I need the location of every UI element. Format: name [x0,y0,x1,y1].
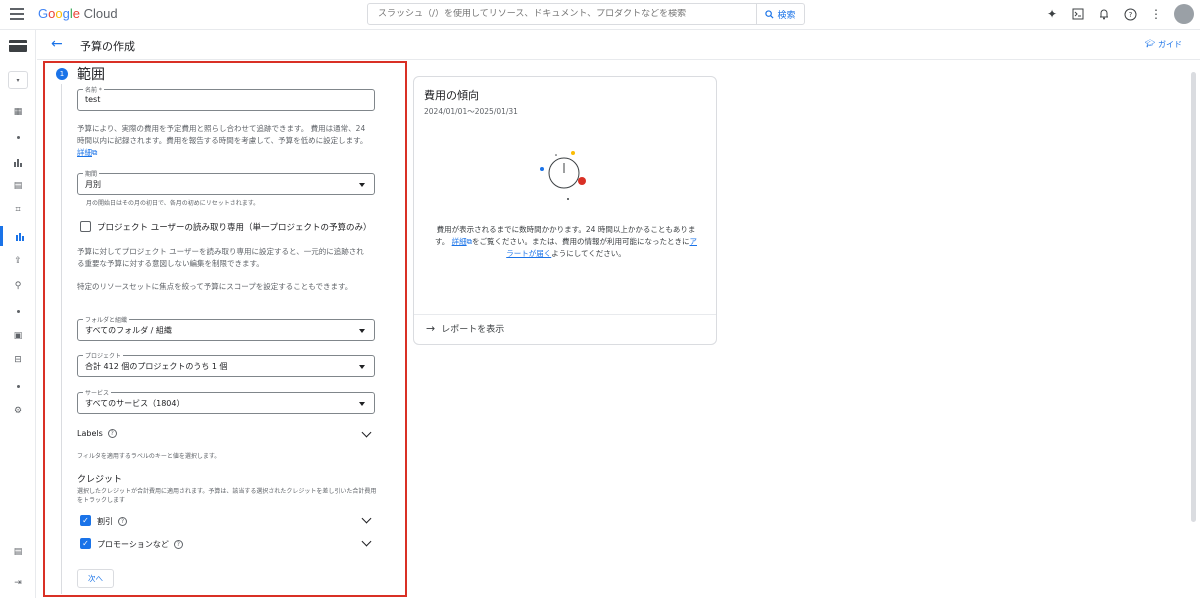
view-report-label: レポートを表示 [441,325,505,335]
step-connector-line [61,84,62,594]
cost-breakdown-icon[interactable]: ⌗ [0,200,36,220]
promotion-row[interactable]: プロモーションなど? [97,539,183,550]
top-bar: Google Cloud 検索 ✦ ? ⋮ [0,0,1200,30]
search-input[interactable] [368,9,756,19]
discount-row[interactable]: 割引? [97,516,127,527]
dropdown-caret-icon [359,402,365,406]
card-divider [414,314,716,315]
google-cloud-logo[interactable]: Google Cloud [38,6,118,21]
services-select[interactable]: サービス すべてのサービス（1804） [77,388,375,414]
learn-more-link[interactable]: 詳細 [77,148,92,157]
view-report-link[interactable]: → レポートを表示 [426,322,504,335]
nav-dot-2[interactable] [0,301,36,321]
overview-grid-icon[interactable]: ▦ [0,102,36,122]
page-header: ← 予算の作成 🎓︎ ガイド [37,30,1200,60]
discount-label: 割引 [97,517,113,526]
labels-title: Labels [77,429,103,438]
menu-icon[interactable] [10,8,24,20]
notifications-bell-icon[interactable] [1096,6,1112,22]
search-button[interactable]: 検索 [756,4,804,24]
name-field-value[interactable]: test [85,95,100,104]
credits-title: クレジット [77,475,123,485]
dropdown-caret-icon [359,329,365,333]
top-icons: ✦ ? ⋮ [1044,4,1200,24]
expand-rail-icon[interactable]: ⇥ [0,573,36,593]
school-cap-icon: 🎓︎ [1144,39,1155,48]
labels-help-text: フィルタを適用するラベルのキーと値を選択します。 [77,453,221,460]
nav-dot-3[interactable] [0,376,36,396]
labels-section[interactable]: Labels? [77,429,117,438]
services-value: すべてのサービス（1804） [85,399,185,408]
search-icon [765,9,774,19]
arrow-right-icon: → [426,322,436,335]
readonly-help-text: 予算に対してプロジェクト ユーザーを読み取り専用に設定すると、一元的に追跡される… [77,247,364,268]
projects-label: プロジェクト [83,351,124,360]
period-hint: 月の開始日はその月の初日で、各月の初めにリセットされます。 [86,200,260,207]
guide-link[interactable]: 🎓︎ ガイド [1145,39,1182,50]
step-number-badge: 1 [56,68,68,80]
readonly-checkbox[interactable] [80,221,91,232]
help-icon[interactable]: ? [107,429,117,438]
credits-help-text: 選択したクレジットが合計費用に適用されます。予算は、該当する選択されたクレジット… [77,488,377,504]
name-field-label: 名前 * [83,85,104,94]
dropdown-caret-icon [359,365,365,369]
dropdown-caret-icon [359,183,365,187]
budget-name-field[interactable]: 名前 * test [77,85,375,111]
reports-chart-icon[interactable] [0,152,36,172]
clock-illustration-icon [540,151,586,200]
avatar[interactable] [1174,4,1194,24]
page-title: 予算の作成 [80,40,135,53]
svg-text:?: ? [1128,11,1132,19]
services-label: サービス [83,388,112,397]
period-select[interactable]: 期間 月別 [77,169,375,195]
card-title: 費用の傾向 [424,89,479,102]
left-nav-rail: ▾ ▦ ▤ ⌗ ⇪ ⚲ ▣ ⊟ ⚙ ▤ ⇥ [0,30,36,598]
settings-gear-icon[interactable]: ⚙ [0,401,36,421]
gemini-sparkle-icon[interactable]: ✦ [1044,6,1060,22]
release-notes-icon[interactable]: ▤ [0,542,36,562]
card-message: 費用が表示されるまでに数時間かかります。24 時間以上かかることもあります。 詳… [435,225,697,258]
help-icon[interactable]: ? [1122,6,1138,22]
back-arrow-icon[interactable]: ← [51,36,63,52]
help-icon[interactable]: ? [173,540,183,549]
next-button[interactable]: 次へ [77,569,114,588]
budgets-alerts-icon[interactable] [0,226,36,246]
discount-checkbox[interactable]: ✓ [80,515,91,526]
folders-label: フォルダと組織 [83,315,130,324]
guide-label: ガイド [1158,40,1182,49]
account-selector-dropdown[interactable]: ▾ [0,70,36,90]
page-scrollbar[interactable] [1191,72,1196,522]
commitments-icon[interactable]: ⚲ [0,276,36,296]
projects-select[interactable]: プロジェクト 合計 412 個のプロジェクトのうち 1 個 [77,351,375,377]
billing-account-icon[interactable] [0,36,36,56]
card-learn-more-link[interactable]: 詳細 [452,237,467,246]
date-range: 2024/01/01～2025/01/31 [424,107,518,116]
period-label: 期間 [83,169,100,178]
more-vert-icon[interactable]: ⋮ [1148,6,1164,22]
folders-value: すべてのフォルダ / 組織 [85,326,172,335]
folders-select[interactable]: フォルダと組織 すべてのフォルダ / 組織 [77,315,375,341]
cost-table-icon[interactable]: ⊟ [0,350,36,370]
scope-help-text: 特定のリソースセットに焦点を絞って予算にスコープを設定することもできます。 [77,282,353,291]
nav-dot-1[interactable] [0,127,36,147]
search-button-label: 検索 [777,10,796,21]
period-value: 月別 [85,180,101,189]
export-upload-icon[interactable]: ⇪ [0,251,36,271]
cloud-shell-icon[interactable] [1070,6,1086,22]
help-icon[interactable]: ? [118,517,127,526]
search-bar[interactable]: 検索 [367,3,805,25]
promotion-checkbox[interactable]: ✓ [80,538,91,549]
pricing-icon[interactable]: ▣ [0,326,36,346]
step-title: 範囲 [77,67,105,83]
projects-value: 合計 412 個のプロジェクトのうち 1 個 [85,362,228,371]
intro-text: 予算により、実際の費用を予定費用と照らし合わせて追跡できます。 費用は通常、24… [77,124,368,157]
readonly-checkbox-label[interactable]: プロジェクト ユーザーの読み取り専用（単一プロジェクトの予算のみ） [97,221,372,233]
table-icon[interactable]: ▤ [0,176,36,196]
promotion-label: プロモーションなど [97,540,169,549]
cost-trend-card: 費用の傾向 2024/01/01～2025/01/31 費用が表示されるまでに数… [413,76,717,345]
